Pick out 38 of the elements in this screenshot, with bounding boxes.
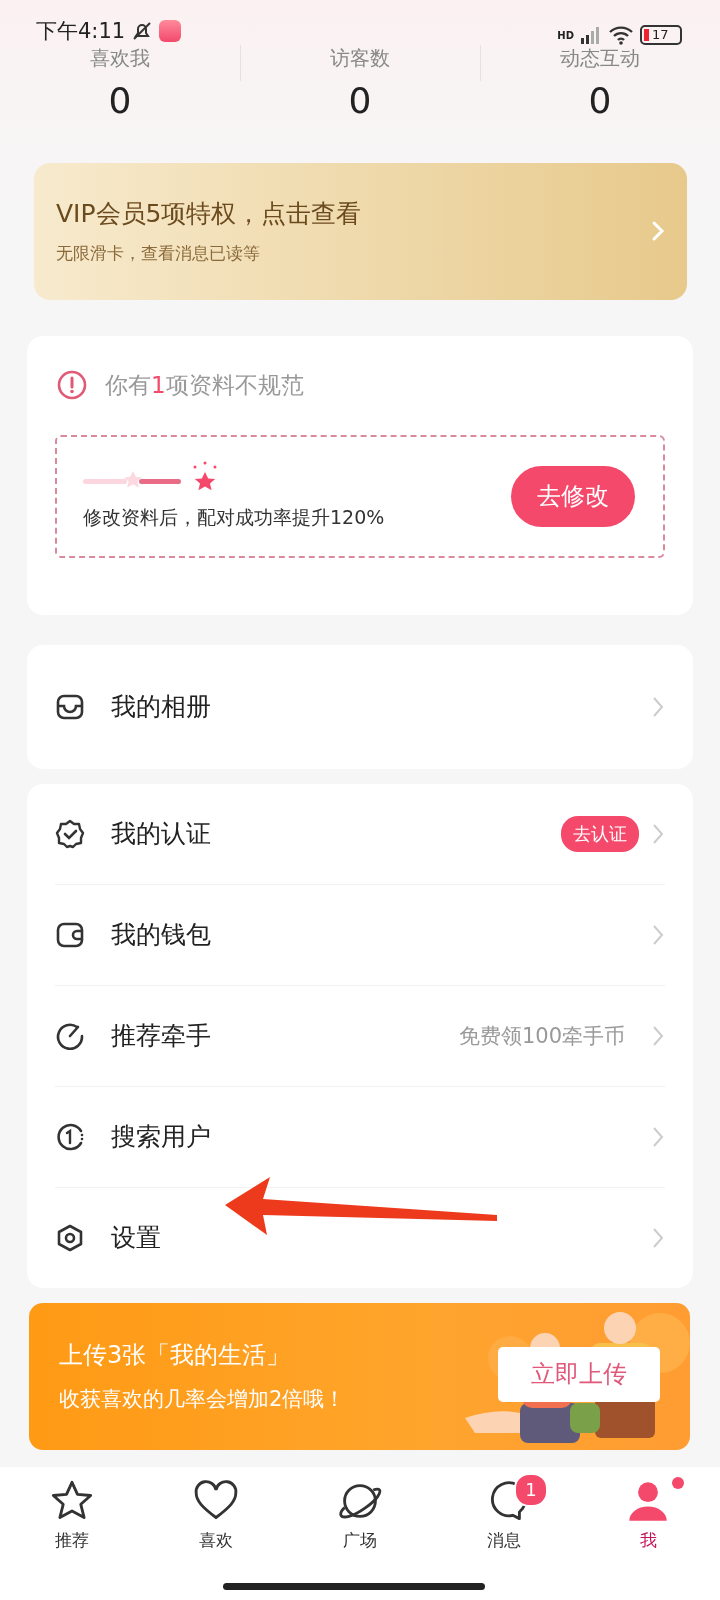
circle-icon (55, 1121, 85, 1152)
stat-value: 0 (108, 80, 132, 122)
upload-button[interactable]: 立即上传 (498, 1346, 660, 1402)
menu-hint: 免费领100牵手币 (458, 1022, 625, 1050)
signal-icon (580, 26, 602, 45)
unread-badge: 1 (514, 1472, 548, 1507)
verified-badge-icon (55, 818, 85, 849)
stat-value: 0 (588, 80, 612, 122)
stat-label: 动态互动 (560, 45, 640, 73)
chevron-right-icon (651, 220, 665, 243)
notice-hint: 修改资料后，配对成功率提升120% (83, 505, 386, 531)
upload-title: 上传3张「我的生活」 (59, 1340, 292, 1372)
upload-banner[interactable]: 上传3张「我的生活」 收获喜欢的几率会增加2倍哦！ 立即上传 (29, 1302, 690, 1450)
wifi-icon (608, 25, 634, 46)
tab[interactable]: 喜欢 (144, 1478, 288, 1552)
menu-item[interactable]: 我的认证 去认证 (55, 783, 665, 884)
network-type: HD (557, 29, 574, 41)
tab[interactable]: 我 (576, 1478, 720, 1552)
tab[interactable]: 推荐 (0, 1478, 144, 1552)
warning-icon (57, 370, 87, 401)
status-time: 下午4:11 (36, 18, 126, 46)
settings-icon (55, 1222, 85, 1253)
notice-text: 你有1项资料不规范 (105, 370, 304, 400)
upload-subtitle: 收获喜欢的几率会增加2倍哦！ (59, 1386, 346, 1414)
menu-item[interactable]: 我的钱包 (55, 883, 665, 985)
tab[interactable]: 广场 (288, 1478, 432, 1552)
vip-subtitle: 无限滑卡，查看消息已读等 (56, 242, 261, 266)
stat-value: 0 (348, 80, 372, 122)
app-icon (159, 20, 182, 43)
menu-item[interactable]: 推荐牵手 免费领100牵手币 (55, 984, 665, 1086)
vip-title: VIP会员5项特权，点击查看 (56, 198, 363, 231)
vip-banner[interactable]: VIP会员5项特权，点击查看 无限滑卡，查看消息已读等 (34, 162, 687, 300)
menu-item[interactable]: 我的相册 (55, 644, 665, 769)
stat-label: 访客数 (330, 45, 390, 73)
gauge-icon (55, 1020, 85, 1051)
menu-item[interactable]: 搜索用户 (55, 1085, 665, 1187)
stat-label: 喜欢我 (90, 45, 150, 73)
battery-indicator: 17 (640, 25, 682, 46)
